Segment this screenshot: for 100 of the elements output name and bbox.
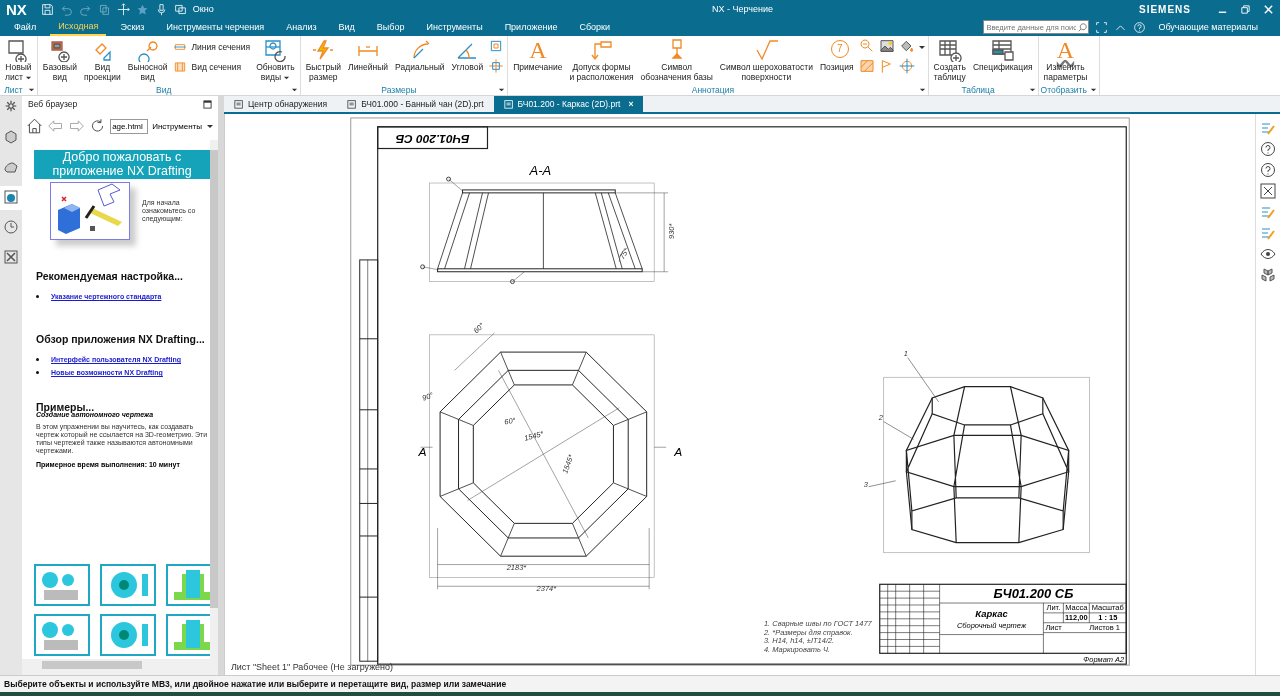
windows-icon[interactable] (173, 2, 187, 16)
ribbon-button[interactable]: Линия сечения (171, 40, 253, 54)
star-icon[interactable] (135, 2, 149, 16)
tools-icon (3, 249, 19, 265)
caret-icon[interactable] (918, 86, 926, 93)
leader-line (883, 421, 914, 440)
drawing-number: БЧ01.200 СБ (395, 131, 470, 146)
leader-line (868, 480, 896, 487)
section-heading: Обзор приложения NX Drafting... (36, 333, 206, 345)
title-block-number: БЧ01.200 СБ (993, 586, 1074, 602)
caret-icon[interactable] (27, 86, 35, 93)
section-label: А-А (529, 163, 552, 179)
target-icon[interactable] (897, 58, 916, 76)
horizontal-scrollbar[interactable] (22, 659, 218, 675)
document-tab[interactable]: БЧ01.200 - Каркас (2D).prt × (493, 96, 644, 112)
ribbon-button[interactable]: Вид проекции (81, 36, 124, 82)
caret-icon[interactable] (917, 43, 926, 51)
document-icon (234, 99, 244, 109)
caret-icon[interactable] (1089, 86, 1097, 93)
group-label: Таблица (961, 84, 995, 95)
ribbon-button[interactable]: Допуск формы и расположения (566, 36, 637, 82)
group-label: Вид (156, 84, 172, 95)
brand-logo: SIEMENS (1139, 3, 1191, 15)
cubes-icon[interactable] (1260, 267, 1276, 283)
group-label: Размеры (381, 84, 417, 95)
ribbon-button[interactable]: Символ обозначения базы (637, 36, 716, 82)
note-icon: A (529, 38, 547, 62)
window-title: NX - Черчение (712, 4, 773, 14)
section-heading: Примеры... (36, 401, 96, 413)
ribbon-button[interactable]: Символ шероховатости поверхности (716, 36, 816, 82)
ribbon-button[interactable]: Радиальный (392, 36, 448, 72)
group-label: Лист (4, 84, 23, 95)
ribbon-button[interactable]: Новый лист (2, 36, 35, 82)
save-icon[interactable] (40, 2, 54, 16)
caret-icon[interactable] (24, 74, 32, 82)
url-field[interactable]: age.html (110, 118, 149, 134)
roughness-icon (754, 38, 779, 62)
menu-tab[interactable]: Вид (330, 18, 363, 36)
lightning-icon (311, 38, 336, 62)
tools-menu[interactable]: Инструменты (152, 121, 202, 131)
brush-icon: A (1056, 38, 1075, 62)
ribbon-button[interactable]: Обновить виды (253, 36, 298, 82)
side-tab[interactable] (0, 186, 22, 210)
fullscreen-icon[interactable] (1095, 20, 1109, 34)
caret-icon[interactable] (1028, 86, 1036, 93)
vertical-scrollbar[interactable] (210, 140, 218, 659)
section-view-icon (173, 60, 188, 74)
pen-icon[interactable] (1260, 225, 1276, 241)
sheet-status: Лист "Sheet 1" Рабочее (Не загружено) (231, 662, 394, 673)
home-icon[interactable] (26, 117, 44, 135)
menu-tab[interactable]: Инструменты черчения (158, 18, 273, 36)
caret-icon[interactable] (290, 86, 298, 93)
ribbon-button[interactable]: Выносной вид (124, 36, 171, 82)
menu-tab[interactable]: Выбор (368, 18, 413, 36)
panel-title: Веб браузер (28, 99, 78, 109)
cut-label: А (418, 445, 427, 460)
settings-icon[interactable] (5, 100, 17, 112)
menu-tab[interactable]: Сборки (571, 18, 619, 36)
cut-label: А (674, 445, 683, 460)
group-label: Аннотация (691, 84, 735, 95)
pen-icon[interactable] (1260, 120, 1276, 136)
menu-tab[interactable]: Эскиз (112, 18, 153, 36)
maximize-icon[interactable] (203, 99, 212, 109)
document-tab[interactable]: БЧ01.000 - Банный чан (2D).prt (337, 96, 494, 112)
restore-icon[interactable] (1240, 3, 1251, 15)
fit-icon[interactable] (1260, 183, 1276, 199)
caret-icon[interactable] (283, 74, 291, 82)
menu-tab[interactable]: Анализ (278, 18, 325, 36)
part-icon (3, 129, 19, 145)
menu-tab[interactable]: Инструменты (418, 18, 491, 36)
welcome-banner: Добро пожаловать с приложение NX Drafting (34, 150, 210, 179)
caret-icon[interactable] (498, 86, 506, 93)
window-menu[interactable]: Окно (192, 4, 214, 14)
ribbon-button[interactable]: Спецификация (969, 36, 1036, 72)
ribbon-button[interactable]: Линейный (345, 36, 392, 72)
update-views-icon (263, 38, 288, 62)
question-icon[interactable] (1260, 162, 1276, 178)
ribbon-button[interactable]: A Примечание (510, 36, 566, 72)
ribbon-button[interactable]: Угловой (448, 36, 487, 72)
menu-tab[interactable]: Приложение (496, 18, 566, 36)
tutorials-link[interactable]: Обучающие материалы (1152, 21, 1264, 33)
ribbon-button[interactable]: 7 Позиция (816, 36, 857, 72)
menu-tab[interactable]: Файл (6, 18, 45, 36)
status-message: Выберите объекты и используйте МВ3, или двойное нажатие или выберите и перетащите вид, размер или замечание (4, 679, 507, 689)
move-icon[interactable] (116, 2, 130, 16)
ribbon-button[interactable]: Быстрый размер (302, 36, 345, 82)
section-heading: Рекомендуемая настройка... (36, 270, 184, 282)
help-icon[interactable] (1260, 141, 1276, 157)
caret-icon[interactable] (206, 122, 214, 130)
eye-icon[interactable] (1260, 246, 1276, 262)
ribbon-button[interactable]: A Изменить параметры (1040, 36, 1091, 82)
ribbon-button[interactable]: Базовый вид (39, 36, 80, 82)
crosshair-icon[interactable] (487, 58, 506, 76)
copy-icon[interactable] (97, 2, 111, 16)
ribbon-button[interactable]: Вид сечения (171, 60, 253, 74)
pen-icon[interactable] (1260, 204, 1276, 220)
document-tab[interactable]: Центр обнаружения (224, 96, 338, 112)
search-icon[interactable] (1078, 22, 1088, 32)
close-icon[interactable] (1263, 3, 1274, 15)
ribbon-button[interactable]: Создать таблицу (930, 36, 969, 82)
